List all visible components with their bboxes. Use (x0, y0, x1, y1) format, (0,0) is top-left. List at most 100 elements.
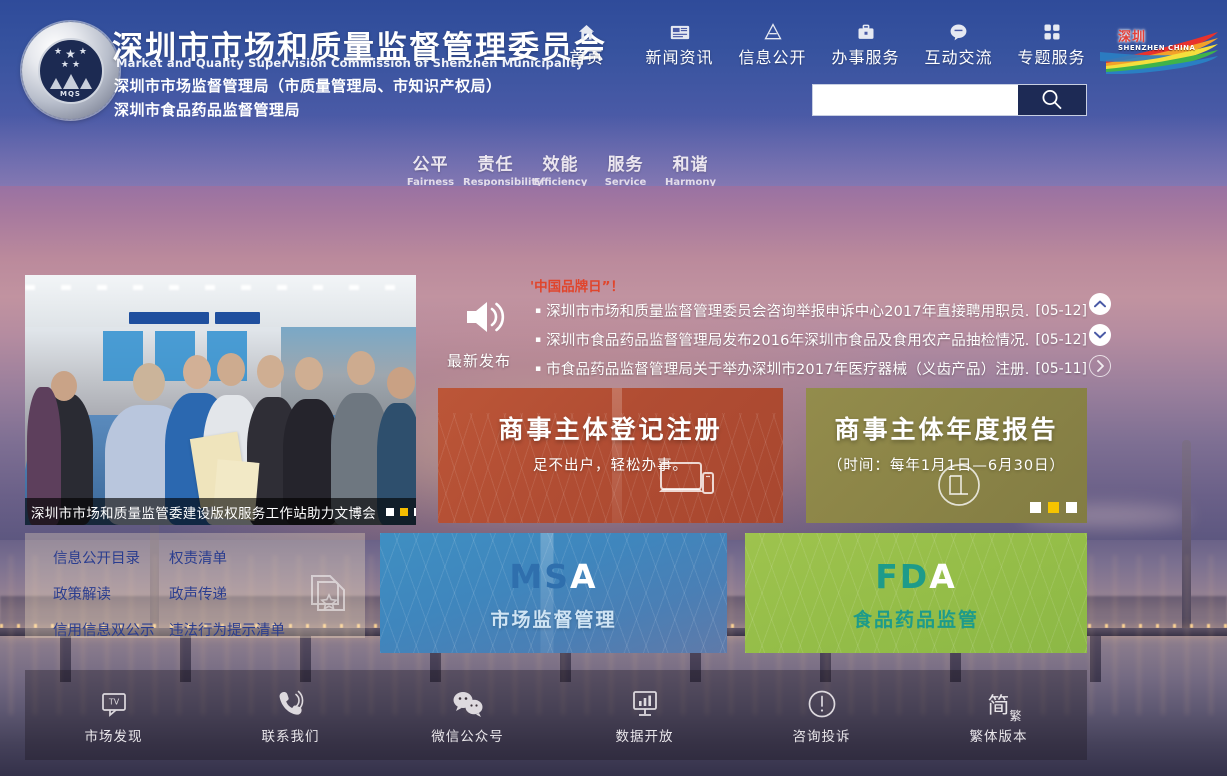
service-label: 市场发现 (25, 725, 202, 745)
document-star-icon (299, 568, 351, 624)
chevron-right-icon (1096, 360, 1105, 372)
city-name-en: SHENZHEN CHINA (1118, 44, 1195, 52)
emblem-abbr: MQS (60, 90, 81, 98)
carousel-dot[interactable] (386, 508, 394, 516)
slogan-en: Fairness (398, 177, 463, 186)
grid-icon (1005, 20, 1098, 44)
slogan-cn: 效能 (528, 150, 593, 175)
slogan-cn: 责任 (463, 150, 528, 175)
news-item-date: [05-12] (1035, 303, 1087, 319)
slogan-cn: 和谐 (658, 150, 723, 175)
promo-dot[interactable] (1066, 502, 1077, 513)
search-input[interactable] (813, 85, 1018, 115)
nav-item-home[interactable]: 首页 (540, 20, 633, 68)
laptop-phone-icon (659, 459, 715, 505)
phone-icon (202, 685, 379, 723)
speaker-icon (463, 297, 511, 341)
news-section: '中国品牌日”！ 最新发布 ▪ 深圳市市场和质量监督管理委员会咨询举报申诉中心2… (435, 275, 1087, 380)
service-item-open-data[interactable]: 数据开放 (556, 685, 733, 745)
quick-link-government-voice[interactable]: 政声传递 (169, 583, 303, 604)
carousel-dot[interactable] (414, 508, 416, 516)
news-scroll-controls (1089, 293, 1115, 386)
open-book-icon (937, 463, 981, 511)
quick-link-power-list[interactable]: 权责清单 (169, 547, 303, 568)
slogan-en: Harmony (658, 177, 723, 186)
service-label: 咨询投诉 (733, 725, 910, 745)
quick-link-disclosure-directory[interactable]: 信息公开目录 (53, 547, 151, 568)
slogan-en: Efficiency (528, 177, 593, 186)
emblem-mountain (51, 72, 91, 89)
news-scroll-up-button[interactable] (1089, 293, 1111, 315)
news-item-title: 深圳市市场和质量监督管理委员会咨询举报申诉中心2017年直接聘用职员... (546, 300, 1029, 321)
service-item-market-discovery[interactable]: TV 市场发现 (25, 685, 202, 745)
nav-item-disclosure[interactable]: 信息公开 (726, 20, 819, 68)
news-item-date: [05-11] (1035, 361, 1087, 377)
exclamation-circle-icon (733, 685, 910, 723)
chevron-down-icon (1094, 331, 1106, 339)
bar-chart-monitor-icon (556, 685, 733, 723)
promo-card-registration[interactable]: 商事主体登记注册 足不出户，轻松办事。 (438, 388, 783, 523)
bullet-icon: ▪ (535, 306, 541, 316)
triangle-icon (726, 20, 819, 44)
news-scroll-down-button[interactable] (1089, 324, 1111, 346)
news-headline-red: '中国品牌日”！ (530, 275, 624, 295)
department-abbreviation: MSA (380, 557, 727, 596)
news-item[interactable]: ▪ 深圳市食品药品监督管理局发布2016年深圳市食品及食用农产品抽检情况... … (535, 325, 1087, 354)
nav-item-interaction[interactable]: 互动交流 (912, 20, 1005, 68)
service-label: 微信公众号 (379, 725, 556, 745)
slogan-item: 公平 Fairness (398, 150, 463, 186)
service-item-contact-us[interactable]: 联系我们 (202, 685, 379, 745)
promo-dot[interactable] (1030, 502, 1041, 513)
nav-item-topics[interactable]: 专题服务 (1005, 20, 1098, 68)
glyph-simplified: 简 (987, 694, 1009, 719)
quick-link-violation-list[interactable]: 违法行为提示清单 (169, 619, 303, 638)
carousel-caption-bar: 深圳市市场和质量监管委建设版权服务工作站助力文博会 ❯ (25, 498, 416, 525)
carousel-caption-text: 深圳市市场和质量监管委建设版权服务工作站助力文博会 (25, 502, 376, 522)
hero-carousel[interactable]: 深圳市市场和质量监管委建设版权服务工作站助力文博会 ❯ (25, 275, 416, 525)
chat-bubble-icon (912, 20, 1005, 44)
nav-label: 专题服务 (1017, 48, 1085, 67)
news-item-date: [05-12] (1035, 332, 1087, 348)
slogan-bar: 公平 Fairness 责任 Responsibility 效能 Efficie… (398, 150, 723, 186)
promo-card-annual-report[interactable]: 商事主体年度报告 （时间：每年1月1日—6月30日） (806, 388, 1087, 523)
main-navigation: 首页 新闻资讯 信息公开 (540, 20, 1098, 68)
emblem-stars: ★★★ (54, 48, 87, 60)
bullet-icon: ▪ (535, 364, 541, 374)
carousel-dot-active[interactable] (400, 508, 408, 516)
org-title-english: Market and Quality Supervision Commissio… (116, 56, 584, 70)
nav-label: 新闻资讯 (645, 48, 713, 67)
service-icon-bar: TV 市场发现 联系我们 (25, 670, 1087, 760)
promo-carousel-dots (1030, 502, 1077, 513)
search-button[interactable] (1018, 85, 1086, 115)
bullet-icon: ▪ (535, 335, 541, 345)
slogan-en: Responsibility (463, 177, 528, 186)
news-more-button[interactable] (1089, 355, 1111, 377)
promo-dot-active[interactable] (1048, 502, 1059, 513)
service-item-traditional-chinese[interactable]: 简 繁 繁体版本 (910, 685, 1087, 745)
department-abbr-accent: A (570, 557, 598, 596)
newspaper-icon (633, 20, 726, 44)
emblem-inner: ★★★ ★★ MQS (38, 38, 104, 104)
news-item[interactable]: ▪ 市食品药品监督管理局关于举办深圳市2017年医疗器械（义齿产品）注册... … (535, 354, 1087, 383)
department-card-fda[interactable]: FDA 食品药品监管 (745, 533, 1087, 653)
glyph-traditional: 繁 (1009, 707, 1021, 724)
nav-label: 互动交流 (924, 48, 992, 67)
carousel-dots (386, 508, 416, 516)
briefcase-icon (819, 20, 912, 44)
slogan-item: 服务 Service (593, 150, 658, 186)
department-abbr-primary: MS (509, 557, 570, 596)
quick-link-credit-disclosure[interactable]: 信用信息双公示 (53, 619, 151, 638)
nav-item-news[interactable]: 新闻资讯 (633, 20, 726, 68)
slogan-item: 和谐 Harmony (658, 150, 723, 186)
service-item-complaints[interactable]: 咨询投诉 (733, 685, 910, 745)
service-label: 联系我们 (202, 725, 379, 745)
nav-item-services[interactable]: 办事服务 (819, 20, 912, 68)
promo-title: 商事主体年度报告 (806, 410, 1087, 446)
service-item-wechat[interactable]: 微信公众号 (379, 685, 556, 745)
quick-link-policy-interpretation[interactable]: 政策解读 (53, 583, 151, 604)
news-item[interactable]: ▪ 深圳市市场和质量监督管理委员会咨询举报申诉中心2017年直接聘用职员... … (535, 296, 1087, 325)
org-subtitle-bureau: 深圳市市场监督管理局（市质量管理局、市知识产权局） (114, 75, 502, 96)
department-card-msa[interactable]: MSA 市场监督管理 (380, 533, 727, 653)
language-toggle-icon: 简 繁 (910, 685, 1087, 723)
department-abbr-accent: A (929, 557, 957, 596)
